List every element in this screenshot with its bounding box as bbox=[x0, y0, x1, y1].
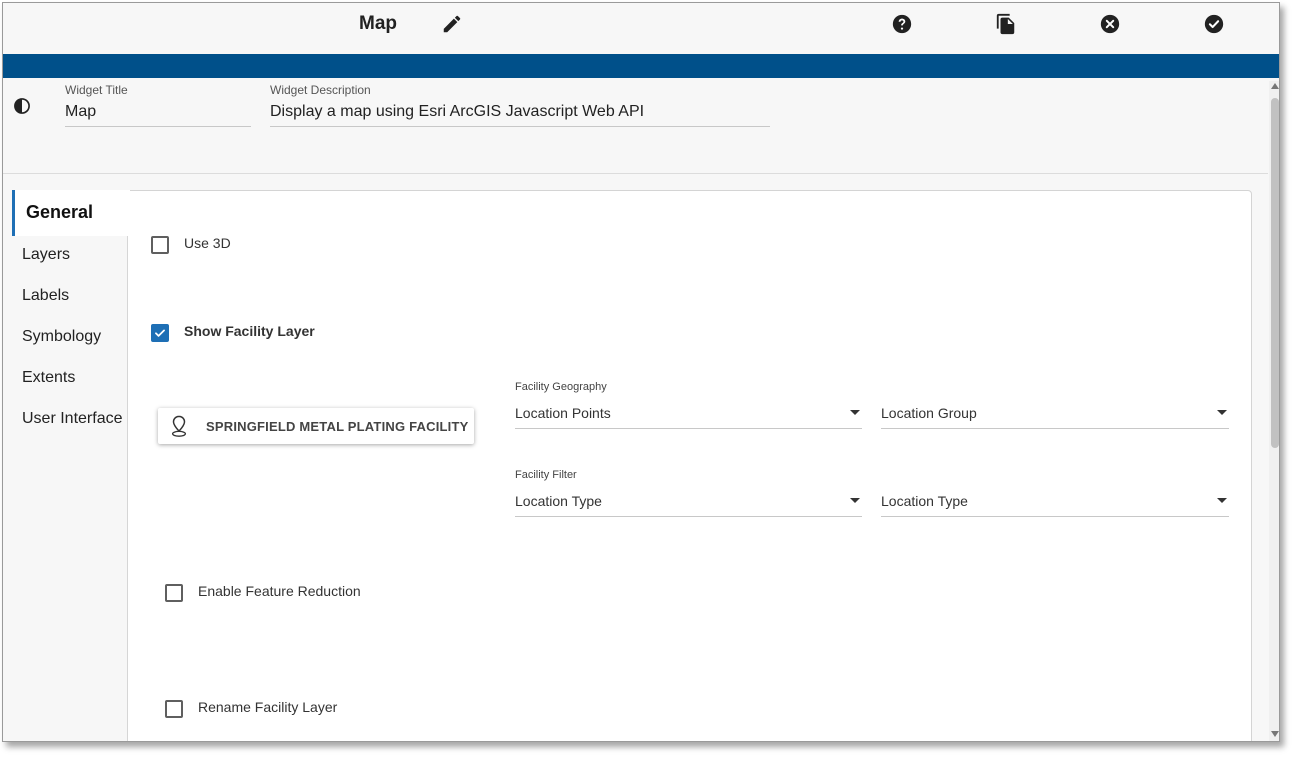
widget-title-input[interactable]: Map bbox=[65, 103, 251, 127]
location-type-value: Location Type bbox=[881, 493, 968, 509]
help-icon[interactable] bbox=[890, 12, 914, 36]
header-divider bbox=[3, 173, 1268, 174]
location-group-dropdown[interactable]: Location Group bbox=[881, 403, 1229, 429]
chevron-down-icon bbox=[1217, 410, 1227, 415]
facility-geography-label: Facility Geography bbox=[515, 381, 607, 393]
location-type-dropdown[interactable]: Location Type bbox=[881, 491, 1229, 517]
show-facility-layer-label: Show Facility Layer bbox=[184, 323, 315, 339]
close-circle-icon[interactable] bbox=[1098, 12, 1122, 36]
location-pin-icon bbox=[171, 415, 187, 437]
scrollbar-thumb[interactable] bbox=[1271, 98, 1279, 448]
location-type-select[interactable]: Location Type bbox=[881, 491, 1229, 517]
brand-bar bbox=[3, 54, 1279, 78]
location-group-select[interactable]: Location Group bbox=[881, 403, 1229, 429]
chevron-down-icon bbox=[1217, 498, 1227, 503]
settings-panel bbox=[12, 190, 1252, 741]
facility-chip-label: SPRINGFIELD METAL PLATING FACILITY bbox=[206, 418, 469, 434]
contrast-icon[interactable] bbox=[12, 96, 32, 116]
tab-labels[interactable]: Labels bbox=[22, 287, 69, 305]
checkmark-icon bbox=[155, 329, 165, 337]
chevron-down-icon bbox=[850, 498, 860, 503]
facility-filter-value: Location Type bbox=[515, 493, 602, 509]
scroll-up-icon[interactable] bbox=[1271, 83, 1279, 89]
facility-filter-select[interactable]: Facility Filter Location Type bbox=[515, 469, 862, 517]
facility-geography-value: Location Points bbox=[515, 405, 611, 421]
tab-symbology[interactable]: Symbology bbox=[22, 328, 101, 346]
facility-filter-label: Facility Filter bbox=[515, 469, 577, 481]
use-3d-checkbox[interactable] bbox=[151, 236, 169, 254]
editor-header: Map bbox=[3, 3, 1279, 53]
show-facility-layer-checkbox[interactable] bbox=[151, 324, 169, 342]
location-group-value: Location Group bbox=[881, 405, 977, 421]
rename-facility-layer-checkbox[interactable] bbox=[165, 700, 183, 718]
settings-sidenav: Layers Labels Symbology Extents User Int… bbox=[12, 236, 128, 741]
widget-description-field[interactable]: Widget Description Display a map using E… bbox=[270, 83, 770, 127]
use-3d-label: Use 3D bbox=[184, 235, 231, 251]
facility-chip-button[interactable]: SPRINGFIELD METAL PLATING FACILITY bbox=[158, 408, 474, 444]
enable-feature-reduction-checkbox[interactable] bbox=[165, 584, 183, 602]
widget-description-input[interactable]: Display a map using Esri ArcGIS Javascri… bbox=[270, 103, 770, 127]
facility-geography-select[interactable]: Facility Geography Location Points bbox=[515, 381, 862, 429]
copy-icon[interactable] bbox=[994, 12, 1018, 36]
enable-feature-reduction-label: Enable Feature Reduction bbox=[198, 583, 361, 599]
widget-title-label: Widget Title bbox=[65, 83, 128, 97]
rename-facility-layer-label: Rename Facility Layer bbox=[198, 699, 338, 715]
facility-geography-dropdown[interactable]: Location Points bbox=[515, 403, 862, 429]
check-circle-icon[interactable] bbox=[1202, 12, 1226, 36]
pencil-icon[interactable] bbox=[440, 12, 464, 36]
widget-editor-window: Map Widget Title Map Widget Description … bbox=[2, 2, 1280, 742]
tab-layers[interactable]: Layers bbox=[22, 246, 70, 264]
facility-filter-dropdown[interactable]: Location Type bbox=[515, 491, 862, 517]
page-title: Map bbox=[359, 13, 397, 34]
tab-extents[interactable]: Extents bbox=[22, 369, 75, 387]
tab-user-interface[interactable]: User Interface bbox=[22, 410, 122, 428]
tab-general[interactable]: General bbox=[12, 190, 130, 236]
widget-title-field[interactable]: Widget Title Map bbox=[65, 83, 251, 127]
chevron-down-icon bbox=[850, 410, 860, 415]
widget-description-label: Widget Description bbox=[270, 83, 371, 97]
scroll-down-icon[interactable] bbox=[1271, 731, 1279, 737]
